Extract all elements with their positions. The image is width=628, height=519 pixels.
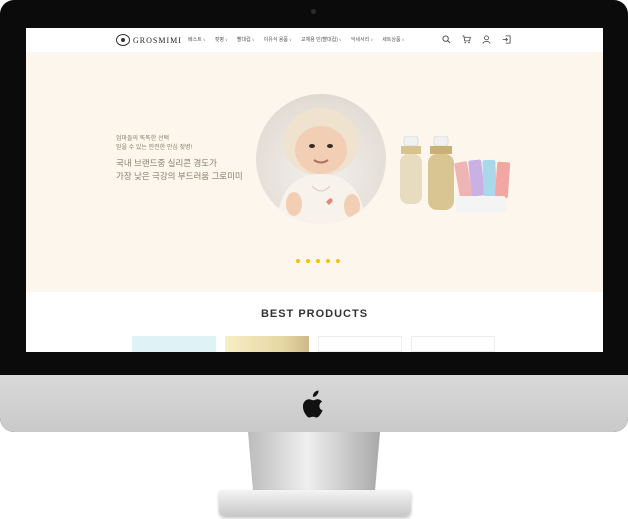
monitor-chin bbox=[0, 375, 628, 432]
login-icon[interactable] bbox=[502, 35, 511, 44]
baby-photo bbox=[256, 94, 386, 224]
header-icons bbox=[442, 35, 511, 44]
nav-item-best[interactable]: 베스트∨ bbox=[188, 36, 206, 43]
apple-logo-icon bbox=[302, 390, 323, 417]
logo-text: GROSMIMI bbox=[133, 35, 182, 45]
hero-banner: 엄마들의 똑똑한 선택 믿을 수 있는 안전한 안심 젖병! 국내 브랜드중 실… bbox=[26, 52, 603, 292]
logo[interactable]: GROSMIMI bbox=[116, 34, 182, 46]
hero-headline: 국내 브랜드중 실리콘 경도가 가장 낮은 극강의 부드러움 그로미미 bbox=[116, 158, 243, 181]
nav-item-replacement[interactable]: 교체용 빈(빨대컵)∨ bbox=[301, 36, 342, 43]
monitor-stand-base bbox=[219, 490, 411, 516]
nav-item-bottle[interactable]: 젖병∨ bbox=[215, 36, 228, 43]
slide-dot[interactable] bbox=[326, 259, 330, 263]
best-products-title: BEST PRODUCTS bbox=[260, 308, 369, 320]
product-card[interactable] bbox=[411, 336, 495, 352]
monitor-frame: GROSMIMI 베스트∨ 젖병∨ 빨대컵∨ 이유식 용품∨ 교체용 빈(빨대컵… bbox=[0, 0, 628, 432]
logo-mark-icon bbox=[116, 34, 130, 46]
slide-dot[interactable] bbox=[336, 259, 340, 263]
nav-item-accessory[interactable]: 악세서리∨ bbox=[351, 36, 373, 43]
search-icon[interactable] bbox=[442, 35, 451, 44]
product-row bbox=[132, 336, 495, 352]
product-card[interactable] bbox=[225, 336, 309, 352]
product-bottles-image bbox=[400, 136, 511, 212]
monitor-stand-neck bbox=[248, 432, 380, 494]
nav-item-strawcup[interactable]: 빨대컵∨ bbox=[237, 36, 255, 43]
user-icon[interactable] bbox=[482, 35, 491, 44]
site-header: GROSMIMI 베스트∨ 젖병∨ 빨대컵∨ 이유식 용품∨ 교체용 빈(빨대컵… bbox=[26, 28, 603, 52]
main-nav: 베스트∨ 젖병∨ 빨대컵∨ 이유식 용품∨ 교체용 빈(빨대컵)∨ 악세서리∨ … bbox=[188, 36, 405, 43]
cart-icon[interactable] bbox=[462, 35, 471, 44]
nav-item-babyfood[interactable]: 이유식 용품∨ bbox=[264, 36, 292, 43]
product-card[interactable] bbox=[318, 336, 402, 352]
slide-dot[interactable] bbox=[306, 259, 310, 263]
hero-subtext: 엄마들의 똑똑한 선택 믿을 수 있는 안전한 안심 젖병! bbox=[116, 136, 193, 151]
slide-dot[interactable] bbox=[296, 259, 300, 263]
nav-item-set[interactable]: 세트상품∨ bbox=[382, 36, 404, 43]
slide-indicators bbox=[296, 259, 340, 263]
slide-dot[interactable] bbox=[316, 259, 320, 263]
browser-screen: GROSMIMI 베스트∨ 젖병∨ 빨대컵∨ 이유식 용품∨ 교체용 빈(빨대컵… bbox=[26, 28, 603, 352]
product-card[interactable] bbox=[132, 336, 216, 352]
camera-icon bbox=[311, 9, 316, 14]
